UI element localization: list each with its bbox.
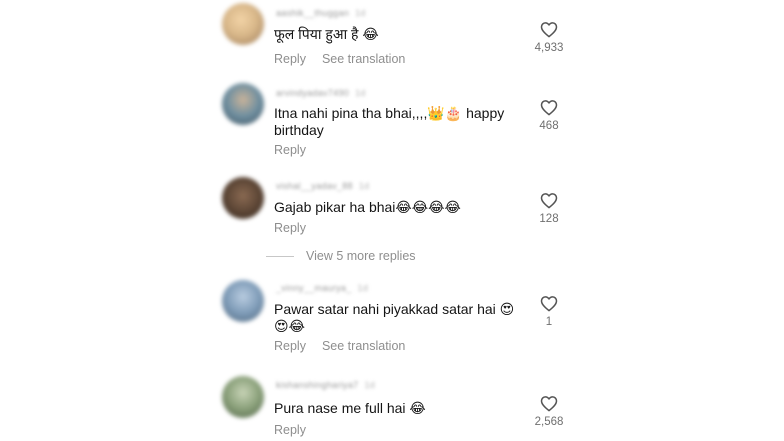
comment-username[interactable]: _vinny__maurya_ 1d — [276, 283, 368, 293]
username-text: arvindyadav7490 — [276, 88, 350, 98]
like-count: 4,933 — [534, 42, 564, 54]
heart-outline-icon[interactable] — [540, 192, 558, 209]
reply-button[interactable]: Reply — [274, 52, 306, 66]
comment-time: 1d — [364, 380, 376, 390]
reply-button[interactable]: Reply — [274, 339, 306, 353]
like-count: 128 — [539, 213, 559, 225]
comment-actions: Reply — [274, 423, 322, 437]
avatar[interactable] — [222, 177, 264, 219]
comment-text: फूल पिया हुआ है 😂 — [274, 26, 379, 42]
like-button[interactable]: 2,568 — [520, 395, 578, 428]
avatar[interactable] — [222, 376, 264, 418]
username-text: _vinny__maurya_ — [276, 283, 352, 293]
like-button[interactable]: 468 — [520, 99, 578, 132]
comment-username[interactable]: vishal__yadav_88 1d — [276, 181, 369, 191]
heart-outline-icon[interactable] — [540, 295, 558, 312]
avatar[interactable] — [222, 3, 264, 45]
comment-username[interactable]: kishanshinghariya7 1d — [276, 380, 375, 390]
like-count: 2,568 — [534, 416, 564, 428]
like-button[interactable]: 1 — [520, 295, 578, 328]
comment-actions: Reply See translation — [274, 52, 421, 66]
comment-actions: Reply — [274, 143, 322, 157]
comment-text: Pura nase me full hai 😂 — [274, 400, 426, 416]
comment-time: 1d — [357, 283, 369, 293]
comment-actions: Reply See translation — [274, 339, 421, 353]
comment-actions: Reply — [274, 221, 322, 235]
comment-time: 1d — [358, 181, 370, 191]
reply-button[interactable]: Reply — [274, 221, 306, 235]
like-button[interactable]: 128 — [520, 192, 578, 225]
heart-outline-icon[interactable] — [540, 395, 558, 412]
like-count: 1 — [545, 316, 553, 328]
username-text: aashik__thuggan — [276, 8, 350, 18]
comment-time: 1d — [355, 88, 366, 98]
avatar[interactable] — [222, 280, 264, 322]
comment-text: Itna nahi pina tha bhai,,,,👑🎂 happy birt… — [274, 105, 505, 138]
comment-time: 1d — [355, 8, 366, 18]
like-button[interactable]: 4,933 — [520, 21, 578, 54]
divider-line — [266, 256, 294, 258]
heart-outline-icon[interactable] — [540, 21, 558, 38]
username-text: kishanshinghariya7 — [276, 380, 359, 390]
view-more-replies-button[interactable]: View 5 more replies — [266, 249, 416, 263]
reply-button[interactable]: Reply — [274, 423, 306, 437]
comment-username[interactable]: arvindyadav7490 1d — [276, 88, 366, 98]
see-translation-button[interactable]: See translation — [322, 52, 405, 66]
reply-button[interactable]: Reply — [274, 143, 306, 157]
heart-outline-icon[interactable] — [540, 99, 558, 116]
view-more-replies-label: View 5 more replies — [306, 249, 416, 263]
comment-text: Gajab pikar ha bhai😂😂😂😂 — [274, 199, 461, 215]
avatar[interactable] — [222, 83, 264, 125]
comment-username[interactable]: aashik__thuggan 1d — [276, 8, 366, 18]
see-translation-button[interactable]: See translation — [322, 339, 405, 353]
like-count: 468 — [539, 120, 559, 132]
username-text: vishal__yadav_88 — [276, 181, 353, 191]
comment-text: Pawar satar nahi piyakkad satar hai 😍😍😂 — [274, 301, 515, 334]
